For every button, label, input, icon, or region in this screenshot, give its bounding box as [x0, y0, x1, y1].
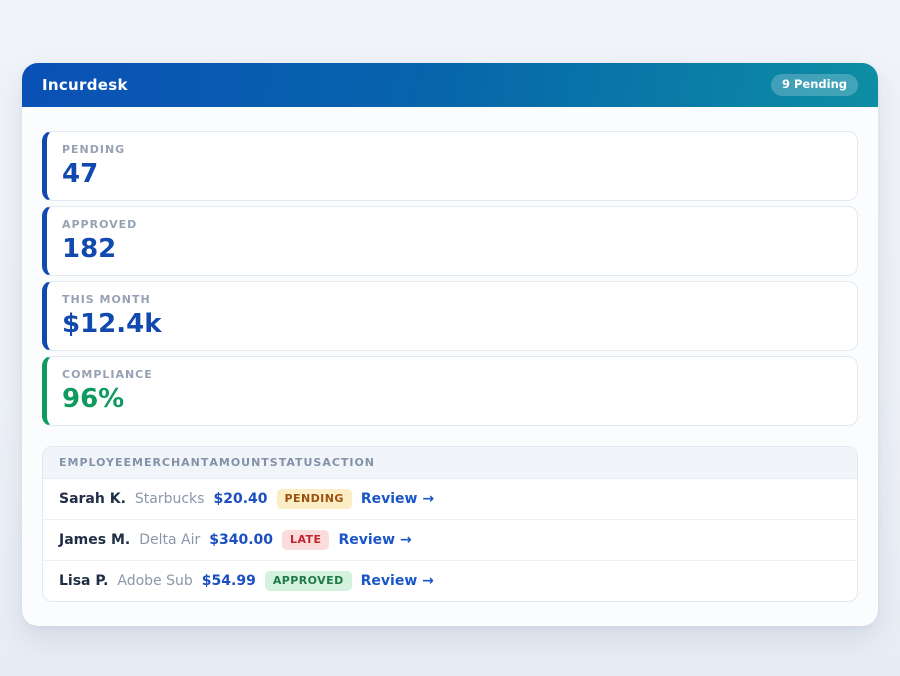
stat-card: APPROVED 182 — [42, 206, 858, 276]
status-badge: PENDING — [277, 489, 352, 509]
merchant-name: Delta Air — [139, 532, 200, 548]
stat-label: COMPLIANCE — [62, 368, 842, 381]
expense-amount: $20.40 — [213, 491, 267, 507]
stat-label: THIS MONTH — [62, 293, 842, 306]
pending-count-badge[interactable]: 9 Pending — [771, 74, 858, 96]
dashboard-content: PENDING 47 APPROVED 182 THIS MONTH $12.4… — [22, 107, 878, 626]
stat-value: $12.4k — [62, 309, 842, 340]
review-link[interactable]: Review → — [338, 532, 411, 548]
table-row: James M. Delta Air $340.00 LATE Review → — [43, 519, 857, 560]
column-header: STATUS — [270, 456, 323, 469]
stat-label: APPROVED — [62, 218, 842, 231]
column-header: MERCHANT — [132, 456, 209, 469]
review-link[interactable]: Review → — [361, 491, 434, 507]
stat-label: PENDING — [62, 143, 842, 156]
employee-name: Sarah K. — [59, 491, 126, 507]
stat-card: THIS MONTH $12.4k — [42, 281, 858, 351]
table-row: Sarah K. Starbucks $20.40 PENDING Review… — [43, 479, 857, 519]
merchant-name: Adobe Sub — [117, 573, 192, 589]
table-body: Sarah K. Starbucks $20.40 PENDING Review… — [43, 479, 857, 601]
page-background: { "app": { "title": "Incurdesk", "header… — [0, 0, 900, 676]
stat-value: 182 — [62, 234, 842, 265]
stat-card: PENDING 47 — [42, 131, 858, 201]
column-header: ACTION — [322, 456, 375, 469]
app-header: Incurdesk 9 Pending — [22, 63, 878, 107]
table-row: Lisa P. Adobe Sub $54.99 APPROVED Review… — [43, 560, 857, 601]
stat-card: COMPLIANCE 96% — [42, 356, 858, 426]
stat-value: 96% — [62, 384, 842, 415]
app-title: Incurdesk — [42, 76, 128, 94]
status-badge: LATE — [282, 530, 329, 550]
status-badge: APPROVED — [265, 571, 352, 591]
stat-value: 47 — [62, 159, 842, 190]
stats-list: PENDING 47 APPROVED 182 THIS MONTH $12.4… — [42, 131, 858, 426]
dashboard-card: Incurdesk 9 Pending PENDING 47 APPROVED … — [22, 63, 878, 626]
review-link[interactable]: Review → — [361, 573, 434, 589]
expense-amount: $340.00 — [209, 532, 273, 548]
expense-table: EMPLOYEEMERCHANTAMOUNTSTATUSACTION Sarah… — [42, 446, 858, 602]
table-header-row: EMPLOYEEMERCHANTAMOUNTSTATUSACTION — [43, 447, 857, 479]
column-header: AMOUNT — [209, 456, 269, 469]
merchant-name: Starbucks — [135, 491, 205, 507]
column-header: EMPLOYEE — [59, 456, 132, 469]
employee-name: Lisa P. — [59, 573, 108, 589]
employee-name: James M. — [59, 532, 130, 548]
expense-amount: $54.99 — [202, 573, 256, 589]
